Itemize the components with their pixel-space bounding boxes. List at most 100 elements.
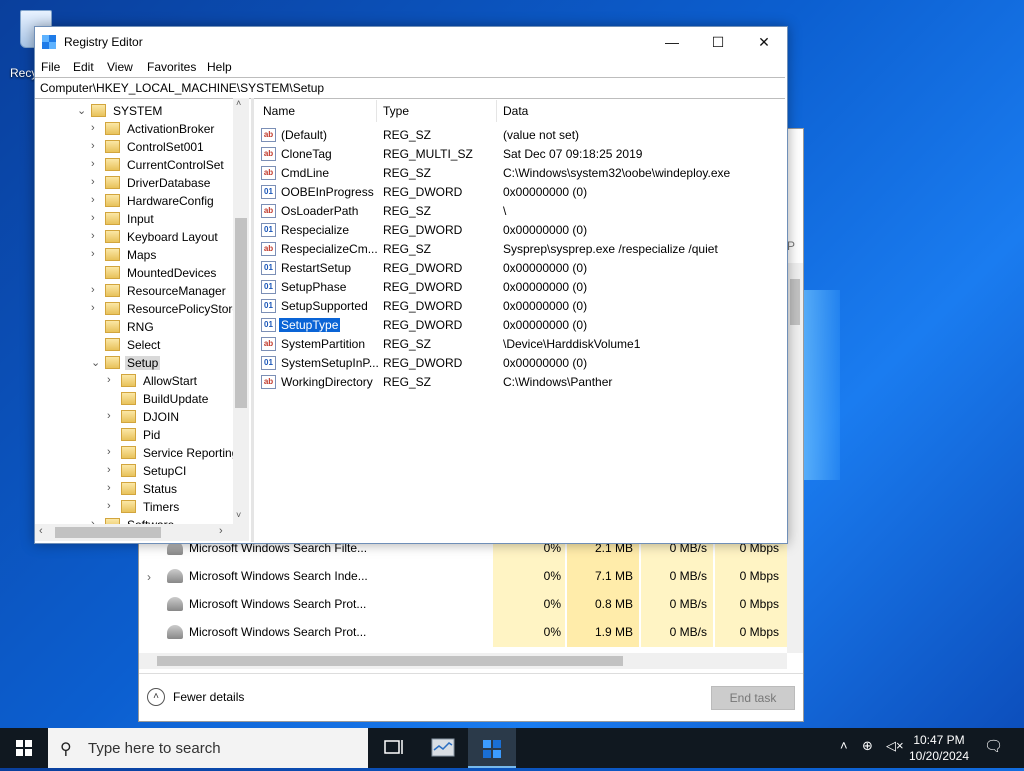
- chevron-right-icon[interactable]: ›: [107, 374, 119, 386]
- value-row[interactable]: 01 SetupSupported REG_DWORD 0x00000000 (0): [255, 297, 785, 316]
- value-row[interactable]: 01 Respecialize REG_DWORD 0x00000000 (0): [255, 221, 785, 240]
- start-button[interactable]: [0, 728, 48, 768]
- tree-node-label[interactable]: RNG: [125, 320, 156, 334]
- chevron-up-icon[interactable]: ˄: [840, 738, 848, 753]
- volume-muted-icon[interactable]: ◁×: [886, 738, 904, 754]
- chevron-down-icon[interactable]: ⌄: [91, 356, 103, 369]
- menu-help[interactable]: Help: [207, 60, 232, 74]
- process-row[interactable]: › Microsoft Windows Search Inde... 0% 7.1 M…: [139, 563, 787, 591]
- tree-node-label[interactable]: Timers: [141, 500, 181, 514]
- chevron-right-icon[interactable]: ›: [91, 248, 103, 260]
- chevron-right-icon[interactable]: ›: [91, 176, 103, 188]
- task-view-button[interactable]: [370, 728, 418, 768]
- value-name[interactable]: Respecialize: [279, 223, 351, 237]
- process-row[interactable]: Microsoft Windows Search Prot... 0% 1.9 MB…: [139, 619, 787, 647]
- chevron-right-icon[interactable]: ›: [91, 122, 103, 134]
- tree-node-label[interactable]: Select: [125, 338, 162, 352]
- notifications-icon[interactable]: 🗨: [984, 737, 1003, 755]
- tree-node-label[interactable]: ActivationBroker: [125, 122, 216, 136]
- scrollbar-thumb[interactable]: [55, 527, 161, 538]
- chevron-up-icon[interactable]: ˄: [147, 688, 165, 706]
- values-list[interactable]: Name Type Data ab (Default) REG_SZ (value n…: [255, 98, 785, 541]
- tree-node-label[interactable]: BuildUpdate: [141, 392, 210, 406]
- value-row[interactable]: 01 SetupType REG_DWORD 0x00000000 (0): [255, 316, 785, 335]
- column-header-name[interactable]: Name: [263, 104, 295, 118]
- column-header-data[interactable]: Data: [503, 104, 528, 118]
- chevron-right-icon[interactable]: ›: [107, 500, 119, 512]
- tree-node-label[interactable]: ResourceManager: [125, 284, 228, 298]
- value-row[interactable]: 01 SystemSetupInP... REG_DWORD 0x00000000 (…: [255, 354, 785, 373]
- system-clock[interactable]: 10:47 PM 10/20/2024: [904, 732, 974, 764]
- fewer-details-link[interactable]: Fewer details: [173, 690, 244, 704]
- tree-node-label[interactable]: DriverDatabase: [125, 176, 212, 190]
- column-header-type[interactable]: Type: [383, 104, 409, 118]
- column-divider[interactable]: [496, 100, 497, 122]
- tree-node-label[interactable]: Maps: [125, 248, 158, 262]
- chevron-right-icon[interactable]: ›: [91, 158, 103, 170]
- maximize-button[interactable]: ☐: [695, 27, 741, 57]
- value-name[interactable]: SetupPhase: [279, 280, 348, 294]
- value-name[interactable]: CloneTag: [279, 147, 334, 161]
- tree-node-label[interactable]: Status: [141, 482, 179, 496]
- scroll-up-icon[interactable]: ˄: [236, 98, 241, 108]
- chevron-right-icon[interactable]: ›: [91, 284, 103, 296]
- value-name[interactable]: SetupType: [277, 317, 342, 333]
- chevron-right-icon[interactable]: ›: [91, 230, 103, 242]
- menu-file[interactable]: File: [41, 60, 60, 74]
- chevron-right-icon[interactable]: ›: [91, 212, 103, 224]
- tree-node-label[interactable]: Keyboard Layout: [125, 230, 220, 244]
- value-row[interactable]: ab CmdLine REG_SZ C:\Windows\system32\oobe\…: [255, 164, 785, 183]
- value-name[interactable]: SystemSetupInP...: [279, 356, 381, 370]
- tree-node-label[interactable]: CurrentControlSet: [125, 158, 226, 172]
- chevron-right-icon[interactable]: ›: [107, 464, 119, 476]
- value-name[interactable]: WorkingDirectory: [279, 375, 375, 389]
- menu-view[interactable]: View: [107, 60, 133, 74]
- tree-node-label[interactable]: SetupCI: [141, 464, 188, 478]
- value-name[interactable]: OsLoaderPath: [279, 204, 360, 218]
- network-globe-icon[interactable]: ⊕: [862, 738, 873, 754]
- tree-node-label[interactable]: HardwareConfig: [125, 194, 216, 208]
- tree-node-label[interactable]: MountedDevices: [125, 266, 218, 280]
- address-bar[interactable]: Computer\HKEY_LOCAL_MACHINE\SYSTEM\Setup: [35, 77, 785, 99]
- minimize-button[interactable]: —: [649, 27, 695, 57]
- value-row[interactable]: ab WorkingDirectory REG_SZ C:\Windows\Panth…: [255, 373, 785, 392]
- tree-node-label[interactable]: DJOIN: [141, 410, 181, 424]
- value-row[interactable]: ab (Default) REG_SZ (value not set): [255, 126, 785, 145]
- value-row[interactable]: ab SystemPartition REG_SZ \Device\HarddiskV…: [255, 335, 785, 354]
- value-row[interactable]: ab OsLoaderPath REG_SZ \: [255, 202, 785, 221]
- taskbar-registry-editor[interactable]: [468, 728, 516, 768]
- tree-node-label[interactable]: SYSTEM: [111, 104, 164, 118]
- tree-node-label[interactable]: Service Reporting: [141, 446, 240, 460]
- menu-favorites[interactable]: Favorites: [147, 60, 196, 74]
- task-manager-horizontal-scrollbar[interactable]: [139, 653, 787, 669]
- value-name[interactable]: CmdLine: [279, 166, 331, 180]
- scroll-right-icon[interactable]: ›: [219, 525, 223, 537]
- tree-node-label[interactable]: AllowStart: [141, 374, 199, 388]
- value-row[interactable]: 01 RestartSetup REG_DWORD 0x00000000 (0): [255, 259, 785, 278]
- tree-node-label[interactable]: Input: [125, 212, 156, 226]
- key-tree[interactable]: ⌄ SYSTEM › ActivationBroker › ControlSet001 › C…: [35, 98, 251, 524]
- value-row[interactable]: ab CloneTag REG_MULTI_SZ Sat Dec 07 09:18:2…: [255, 145, 785, 164]
- pane-splitter[interactable]: [251, 98, 254, 542]
- chevron-right-icon[interactable]: ›: [91, 194, 103, 206]
- chevron-right-icon[interactable]: ›: [107, 446, 119, 458]
- chevron-right-icon[interactable]: ›: [91, 302, 103, 314]
- value-name[interactable]: OOBEInProgress: [279, 185, 376, 199]
- scroll-left-icon[interactable]: ‹: [39, 525, 43, 537]
- tree-horizontal-scrollbar[interactable]: ‹ ›: [35, 524, 249, 541]
- value-name[interactable]: (Default): [279, 128, 329, 142]
- search-box[interactable]: ⚲ Type here to search: [48, 728, 368, 768]
- tree-node-label[interactable]: ResourcePolicyStore: [125, 302, 241, 316]
- title-bar[interactable]: Registry Editor — ☐ ✕: [35, 27, 787, 57]
- taskbar-task-manager[interactable]: [419, 728, 467, 768]
- tree-vertical-scrollbar[interactable]: ˄ ˅: [233, 98, 249, 524]
- address-path[interactable]: Computer\HKEY_LOCAL_MACHINE\SYSTEM\Setup: [40, 81, 324, 95]
- scrollbar-thumb[interactable]: [790, 279, 800, 325]
- value-name[interactable]: SystemPartition: [279, 337, 367, 351]
- chevron-down-icon[interactable]: ⌄: [77, 104, 89, 117]
- tree-node-label[interactable]: ControlSet001: [125, 140, 206, 154]
- scrollbar-thumb[interactable]: [157, 656, 623, 666]
- value-row[interactable]: 01 OOBEInProgress REG_DWORD 0x00000000 (0): [255, 183, 785, 202]
- value-row[interactable]: 01 SetupPhase REG_DWORD 0x00000000 (0): [255, 278, 785, 297]
- value-name[interactable]: RespecializeCm...: [279, 242, 380, 256]
